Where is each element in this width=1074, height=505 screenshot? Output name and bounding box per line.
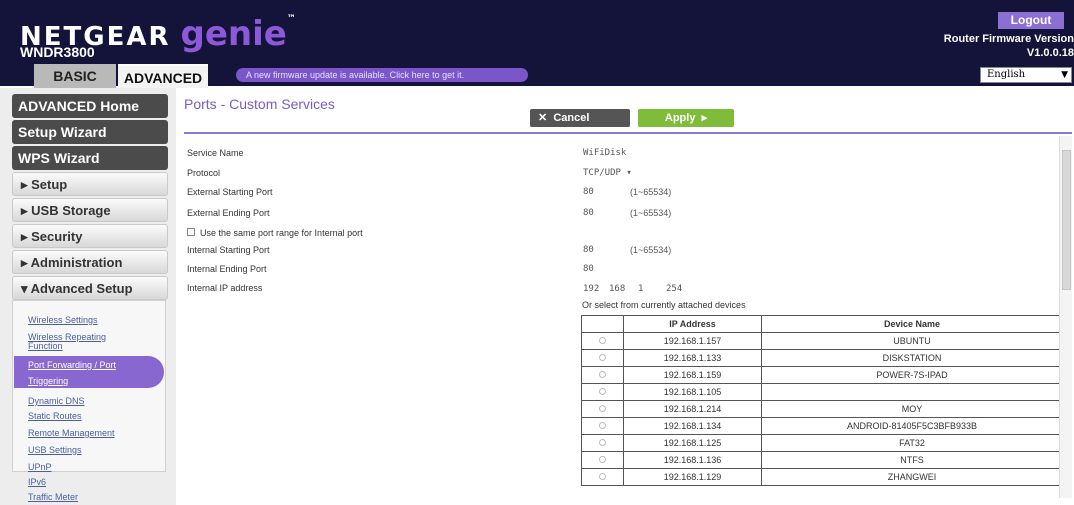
sidebar-advanced-home[interactable]: ADVANCED Home xyxy=(12,94,168,118)
col-device: Device Name xyxy=(761,315,1063,333)
submenu-traffic-meter[interactable]: Traffic Meter xyxy=(28,492,78,502)
radio-button[interactable] xyxy=(599,354,606,361)
service-name-field[interactable]: WiFiDisk xyxy=(583,148,626,158)
submenu-wireless-repeating-2[interactable]: Function xyxy=(28,341,63,351)
same-range-checkbox[interactable] xyxy=(187,228,195,236)
int-end-label: Internal Ending Port xyxy=(187,264,267,274)
col-ip: IP Address xyxy=(623,315,762,333)
protocol-select[interactable]: TCP/UDP ▾ xyxy=(583,168,632,178)
sidebar-administration[interactable]: ▸ Administration xyxy=(12,250,168,274)
model-name: WNDR3800 xyxy=(20,44,95,60)
ip-octet-3[interactable]: 1 xyxy=(638,284,643,294)
radio-button[interactable] xyxy=(599,337,606,344)
table-row[interactable]: 192.168.1.133 DISKSTATION xyxy=(581,349,1063,367)
col-select xyxy=(581,315,624,333)
submenu-remote-management[interactable]: Remote Management xyxy=(28,428,115,438)
table-row[interactable]: 192.168.1.105 xyxy=(581,383,1063,401)
apply-button[interactable]: Apply ▸ xyxy=(638,109,734,127)
same-range-label: Use the same port range for Internal por… xyxy=(200,228,363,238)
radio-button[interactable] xyxy=(599,422,606,429)
page-title: Ports - Custom Services xyxy=(184,96,335,112)
sidebar-setup[interactable]: ▸ Setup xyxy=(12,172,168,196)
tab-basic[interactable]: BASIC xyxy=(34,64,116,88)
submenu-ipv6[interactable]: IPv6 xyxy=(28,477,46,487)
scrollbar-thumb[interactable] xyxy=(1062,150,1071,290)
tab-advanced[interactable]: ADVANCED xyxy=(118,64,208,88)
radio-button[interactable] xyxy=(599,371,606,378)
table-row[interactable]: 192.168.1.157 UBUNTU xyxy=(581,332,1063,350)
sidebar-advanced-setup[interactable]: ▾ Advanced Setup xyxy=(12,276,168,300)
ip-octet-4[interactable]: 254 xyxy=(666,284,682,294)
submenu-wireless-settings[interactable]: Wireless Settings xyxy=(28,315,98,325)
firmware-version: Router Firmware Version V1.0.0.18 xyxy=(943,33,1074,59)
protocol-label: Protocol xyxy=(187,168,221,178)
table-row[interactable]: 192.168.1.125 FAT32 xyxy=(581,434,1063,452)
submenu-upnp[interactable]: UPnP xyxy=(28,462,52,472)
int-start-field[interactable]: 80 xyxy=(583,245,594,255)
top-header: NETGEAR genie™ WNDR3800 Logout Router Fir… xyxy=(0,0,1074,88)
radio-button[interactable] xyxy=(599,473,606,480)
radio-button[interactable] xyxy=(599,405,606,412)
close-icon: ✕ xyxy=(538,112,548,124)
submenu-static-routes[interactable]: Static Routes xyxy=(28,411,82,421)
ip-octet-2[interactable]: 168 xyxy=(609,284,625,294)
ext-end-label: External Ending Port xyxy=(187,208,270,218)
ip-label: Internal IP address xyxy=(187,283,263,293)
int-end-field[interactable]: 80 xyxy=(583,264,594,274)
ext-start-field[interactable]: 80 xyxy=(583,187,594,197)
service-name-label: Service Name xyxy=(187,148,244,158)
ext-start-range: (1~65534) xyxy=(630,187,672,197)
int-start-range: (1~65534) xyxy=(630,245,672,255)
table-row[interactable]: 192.168.1.136 NTFS xyxy=(581,451,1063,469)
table-row[interactable]: 192.168.1.214 MOY xyxy=(581,400,1063,418)
language-select[interactable]: English ▼ xyxy=(980,67,1072,83)
radio-button[interactable] xyxy=(599,456,606,463)
sidebar-usb-storage[interactable]: ▸ USB Storage xyxy=(12,198,168,222)
chevron-down-icon: ▼ xyxy=(1061,70,1068,80)
ext-start-label: External Starting Port xyxy=(187,187,273,197)
ext-end-range: (1~65534) xyxy=(630,208,672,218)
submenu-port-forwarding[interactable]: Port Forwarding / Port Triggering xyxy=(14,356,164,388)
sidebar-security[interactable]: ▸ Security xyxy=(12,224,168,248)
table-row[interactable]: 192.168.1.134 ANDROID-81405F5C3BFB933B xyxy=(581,417,1063,435)
int-start-label: Internal Starting Port xyxy=(187,245,270,255)
vertical-scrollbar[interactable] xyxy=(1059,136,1072,498)
table-row[interactable]: 192.168.1.159 POWER-7S-IPAD xyxy=(581,366,1063,384)
devices-table: IP Address Device Name 192.168.1.157 UBUN… xyxy=(581,315,1063,486)
cancel-button[interactable]: ✕ Cancel xyxy=(530,109,630,127)
sidebar-wps-wizard[interactable]: WPS Wizard xyxy=(12,146,168,170)
ip-octet-1[interactable]: 192 xyxy=(583,284,599,294)
arrow-right-icon: ▸ xyxy=(701,112,708,124)
submenu-dynamic-dns[interactable]: Dynamic DNS xyxy=(28,396,85,406)
ext-end-field[interactable]: 80 xyxy=(583,208,594,218)
select-devices-label: Or select from currently attached device… xyxy=(582,300,746,310)
logout-button[interactable]: Logout xyxy=(998,12,1064,29)
radio-button[interactable] xyxy=(599,439,606,446)
submenu-usb-settings[interactable]: USB Settings xyxy=(28,445,82,455)
sidebar-setup-wizard[interactable]: Setup Wizard xyxy=(12,120,168,144)
firmware-update-ticker[interactable]: A new firmware update is available. Clic… xyxy=(236,68,528,82)
main-content: Ports - Custom Services ✕ Cancel Apply ▸… xyxy=(176,88,1074,505)
radio-button[interactable] xyxy=(599,388,606,395)
divider xyxy=(184,132,1072,134)
table-row[interactable]: 192.168.1.129 ZHANGWEI xyxy=(581,468,1063,486)
